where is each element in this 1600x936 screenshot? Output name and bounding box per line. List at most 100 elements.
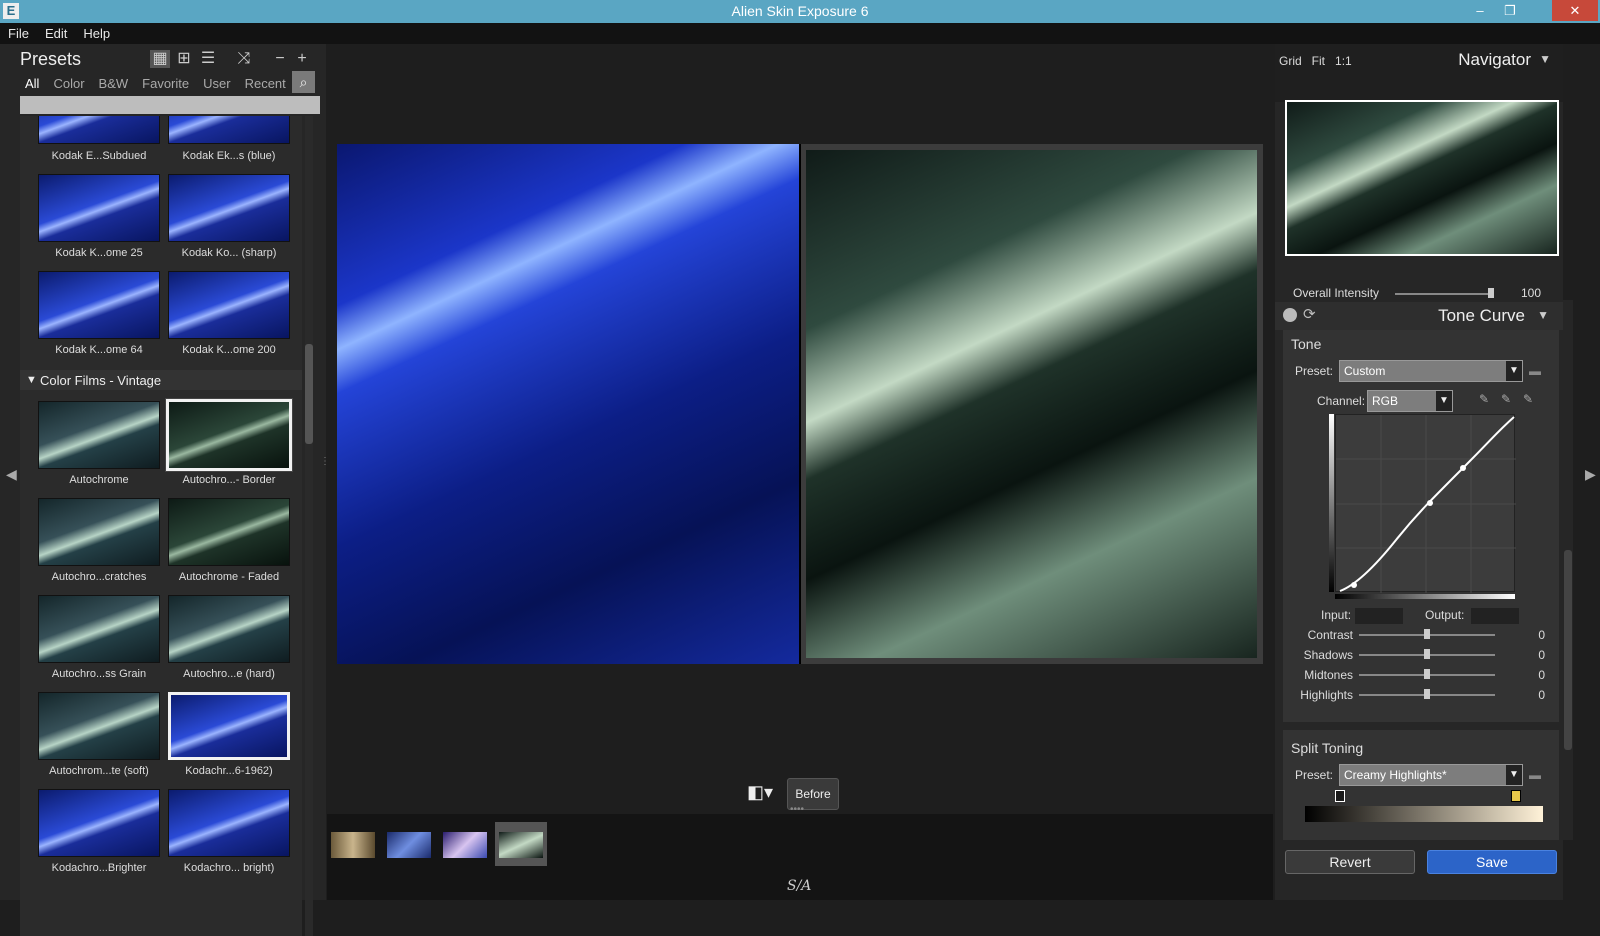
input-field[interactable] [1355, 608, 1403, 624]
gray-eyedropper-icon[interactable]: ✎ [1501, 392, 1511, 406]
close-button[interactable]: ✕ [1552, 0, 1598, 21]
preset-label: Autochro...e (hard) [183, 668, 275, 680]
filmstrip-thumb[interactable] [327, 822, 379, 866]
preset-thumb[interactable] [38, 595, 160, 663]
image-preview[interactable] [337, 144, 1263, 664]
preset-label: Kodachro...Brighter [51, 862, 147, 874]
expand-triangle-icon: ▼ [26, 374, 37, 386]
revert-button[interactable]: Revert [1285, 850, 1415, 874]
preset-menu-icon[interactable]: ▬ [1529, 364, 1541, 378]
navigator-menu-icon[interactable]: ▼ [1539, 52, 1551, 66]
large-grid-icon[interactable]: ▦ [150, 50, 170, 68]
right-panel-toggle-icon[interactable]: ▶ [1585, 466, 1596, 483]
search-input[interactable] [20, 96, 320, 114]
search-icon[interactable]: ⌕ [292, 71, 315, 93]
preset-thumb[interactable] [38, 116, 160, 144]
left-panel-toggle-icon[interactable]: ◀ [6, 466, 17, 483]
preset-thumb[interactable] [38, 174, 160, 242]
shadows-value: 0 [1538, 648, 1545, 662]
preset-section-header[interactable]: ▼ Color Films - Vintage [20, 370, 302, 390]
tab-all[interactable]: All [20, 74, 44, 93]
tab-recent[interactable]: Recent [240, 74, 291, 93]
highlight-tone-stop[interactable] [1511, 790, 1521, 802]
collapse-icon[interactable]: ⤨ [234, 50, 254, 68]
curve-point[interactable] [1351, 582, 1357, 588]
highlights-slider-knob[interactable] [1424, 689, 1430, 699]
intensity-slider-knob[interactable] [1488, 288, 1494, 298]
reset-icon[interactable]: ⟳ [1303, 305, 1316, 323]
tone-curve-graph[interactable] [1335, 414, 1516, 593]
preset-scrollbar[interactable] [305, 116, 313, 936]
channel-value: RGB [1372, 394, 1399, 408]
preset-thumb[interactable] [38, 692, 160, 760]
tone-curve-menu-icon[interactable]: ▼ [1537, 308, 1549, 322]
tone-curve-title: Tone Curve [1438, 306, 1525, 325]
minus-icon[interactable]: − [270, 50, 290, 68]
adjustments-scrollbar[interactable] [1563, 300, 1573, 840]
preset-thumb[interactable] [168, 498, 290, 566]
curve-point[interactable] [1427, 500, 1433, 506]
shadows-slider-knob[interactable] [1424, 649, 1430, 659]
split-preset-label: Preset: [1295, 768, 1334, 782]
menu-edit[interactable]: Edit [37, 23, 75, 41]
contrast-slider-knob[interactable] [1424, 629, 1430, 639]
midtones-slider-knob[interactable] [1424, 669, 1430, 679]
shadows-label: Shadows [1303, 648, 1353, 662]
restore-button[interactable]: ❐ [1496, 0, 1524, 21]
filmstrip-thumb-active[interactable] [495, 822, 547, 866]
plus-icon[interactable]: + [292, 50, 312, 68]
preset-thumb[interactable] [168, 271, 290, 339]
preset-thumb[interactable] [38, 401, 160, 469]
tone-title: Tone [1291, 336, 1322, 352]
split-preset-menu-icon[interactable]: ▬ [1529, 768, 1541, 782]
shadow-tone-stop[interactable] [1335, 790, 1345, 802]
zoom-1-1[interactable]: 1:1 [1335, 54, 1352, 68]
enable-toggle-icon[interactable] [1283, 308, 1297, 322]
zoom-grid[interactable]: Grid [1279, 54, 1302, 68]
white-eyedropper-icon[interactable]: ✎ [1523, 392, 1533, 406]
navigator-preview[interactable] [1285, 100, 1559, 256]
scrollbar-thumb[interactable] [305, 344, 313, 444]
save-button[interactable]: Save [1427, 850, 1557, 874]
preset-thumb[interactable] [168, 595, 290, 663]
preset-thumb-selected[interactable] [165, 398, 293, 472]
preset-thumb[interactable] [38, 789, 160, 857]
split-view-icon[interactable]: ◧▾ [747, 778, 773, 806]
tab-user[interactable]: User [198, 74, 235, 93]
menu-file[interactable]: File [0, 23, 37, 41]
split-preset-dropdown[interactable]: Creamy Highlights* ▼ [1339, 764, 1523, 786]
preset-label: Autochro...- Border [182, 474, 276, 486]
window-title: Alien Skin Exposure 6 [731, 3, 869, 19]
list-view-icon[interactable]: ☰ [198, 50, 218, 68]
filmstrip: S/A [327, 814, 1273, 900]
preset-thumb[interactable] [38, 271, 160, 339]
output-field[interactable] [1471, 608, 1519, 624]
preset-thumb[interactable] [168, 116, 290, 144]
small-grid-icon[interactable]: ⊞ [174, 50, 194, 68]
filmstrip-thumb[interactable] [439, 822, 491, 866]
preset-thumb[interactable] [168, 174, 290, 242]
tab-favorite[interactable]: Favorite [137, 74, 194, 93]
preset-thumb[interactable] [168, 789, 290, 857]
minimize-button[interactable]: – [1466, 0, 1494, 21]
tab-color[interactable]: Color [48, 74, 89, 93]
black-eyedropper-icon[interactable]: ✎ [1479, 392, 1489, 406]
curve-point[interactable] [1460, 465, 1466, 471]
split-divider[interactable] [799, 144, 801, 664]
scrollbar-thumb[interactable] [1564, 550, 1572, 750]
preset-thumb[interactable] [168, 692, 290, 760]
input-label: Input: [1321, 608, 1352, 622]
tone-preset-dropdown[interactable]: Custom ▼ [1339, 360, 1523, 382]
zoom-fit[interactable]: Fit [1312, 54, 1325, 68]
preset-label: Kodak K...ome 64 [55, 344, 143, 356]
preset-tabs: All Color B&W Favorite User Recent [20, 74, 295, 96]
channel-dropdown[interactable]: RGB ▼ [1367, 390, 1453, 412]
filmstrip-thumb[interactable] [383, 822, 435, 866]
preset-label: Autochro...ss Grain [51, 668, 147, 680]
tab-bw[interactable]: B&W [94, 74, 134, 93]
menu-help[interactable]: Help [75, 23, 118, 41]
intensity-slider[interactable] [1395, 293, 1491, 295]
section-title: Color Films - Vintage [40, 373, 162, 388]
preset-thumb[interactable] [38, 498, 160, 566]
after-image [800, 144, 1263, 664]
